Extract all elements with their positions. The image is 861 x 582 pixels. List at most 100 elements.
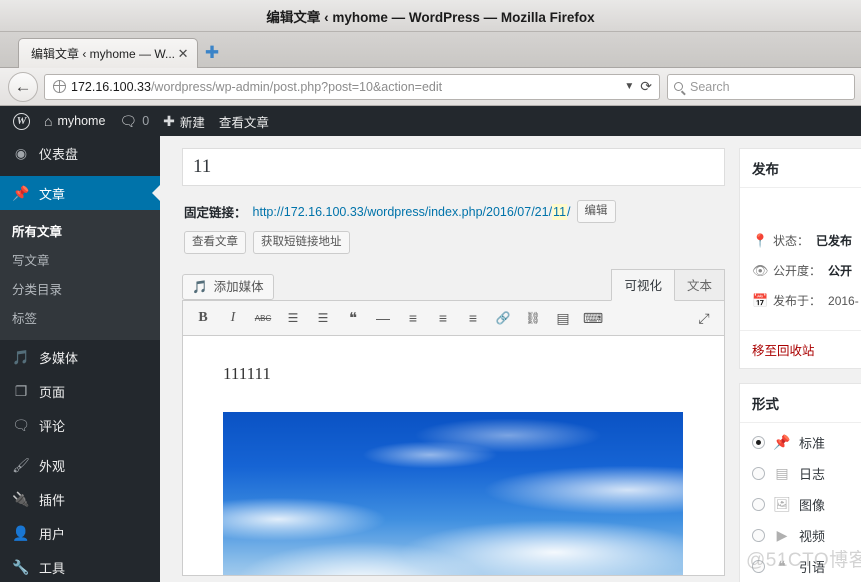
align-left-icon[interactable]: ≡ [399,305,427,331]
align-center-icon[interactable]: ≡ [429,305,457,331]
get-shortlink-button[interactable]: 获取短链接地址 [253,231,350,254]
post-title-input[interactable]: 11 [182,148,725,186]
submenu-item-all-posts[interactable]: 所有文章 [0,216,160,245]
align-right-icon[interactable]: ≡ [459,305,487,331]
comment-bubble-icon: 🗨 [12,417,30,434]
video-icon: ▶ [773,527,791,544]
media-icon: 🎵 [12,349,30,366]
tab-text[interactable]: 文本 [675,269,725,301]
strikethrough-icon[interactable]: ABC [249,305,277,331]
insert-link-icon[interactable]: 🔗 [489,305,517,331]
close-icon[interactable]: ✕ [175,46,191,62]
post-status-value[interactable]: 已发布 [816,232,852,249]
radio-aside[interactable] [752,467,765,480]
adminbar-wp-logo[interactable]: W [6,106,37,136]
adminbar-site-label: myhome [57,114,105,128]
add-media-button[interactable]: 🎵 添加媒体 [182,274,274,300]
fullscreen-icon[interactable]: ⤢ [690,305,718,331]
adminbar-site-name[interactable]: ⌂ myhome [37,106,112,136]
radio-standard[interactable] [752,436,765,449]
admin-body: ◉ 仪表盘 📌 文章 所有文章 写文章 分类目录 标签 🎵 多媒体 ❐ 页面 [0,136,861,582]
permalink-row: 固定链接： http://172.16.100.33/wordpress/ind… [184,200,725,223]
sidebar-item-appearance[interactable]: 🖌 外观 [0,448,160,482]
remove-link-icon[interactable]: ⛓ [519,305,547,331]
search-input[interactable]: Search [690,80,730,94]
sidebar-item-posts[interactable]: 📌 文章 [0,176,160,210]
radio-quote[interactable] [752,560,765,573]
chevron-down-icon[interactable]: ▼ [618,81,640,92]
sidebar-item-label: 工具 [39,558,65,577]
adminbar-view-post[interactable]: 查看文章 [212,106,276,136]
adminbar-new-label: 新建 [180,112,205,131]
sidebar-item-media[interactable]: 🎵 多媒体 [0,340,160,374]
sidebar-item-label: 多媒体 [39,348,78,367]
search-bar[interactable]: Search [667,74,855,100]
search-icon [674,82,683,91]
post-date-label: 发布于： [773,292,821,309]
format-option-quote[interactable]: ❝ 引语 [752,557,861,576]
submenu-item-add-new[interactable]: 写文章 [0,245,160,274]
sidebar-item-dashboard[interactable]: ◉ 仪表盘 [0,136,160,170]
permalink-buttons: 查看文章 获取短链接地址 [184,231,725,254]
sidebar-item-comments[interactable]: 🗨 评论 [0,408,160,442]
read-more-icon[interactable]: ▤ [549,305,577,331]
sidebar-item-label: 外观 [39,456,65,475]
numbered-list-icon[interactable]: ☰ [309,305,337,331]
editor-media-bar: 🎵 添加媒体 可视化 文本 [182,268,725,300]
format-label: 日志 [799,464,825,483]
post-status-label: 状态： [773,232,809,249]
permalink-link[interactable]: http://172.16.100.33/wordpress/index.php… [253,205,571,219]
back-arrow-icon[interactable]: ← [8,72,38,102]
browser-tab-label: 编辑文章 ‹ myhome — W... [31,45,175,62]
post-visibility-value[interactable]: 公开 [828,262,852,279]
dashboard-icon: ◉ [12,145,30,162]
address-bar[interactable]: 172.16.100.33/wordpress/wp-admin/post.ph… [44,74,660,100]
url-path: /wordpress/wp-admin/post.php?post=10&act… [151,80,442,94]
editor-toolbar: B I ABC ☰ ☰ ❝ — ≡ ≡ ≡ 🔗 ⛓ ▤ ⌨ [182,300,725,336]
format-box-title: 形式 [740,384,861,423]
submenu-item-categories[interactable]: 分类目录 [0,274,160,303]
publish-box-inner: 📍 状态： 已发布 👁 公开度： 公开 📅 发布于： 2016- [740,188,861,330]
tab-visual[interactable]: 可视化 [611,269,675,301]
sidebar-item-label: 页面 [39,382,65,401]
keyboard-shortcuts-icon[interactable]: ⌨ [579,305,607,331]
bold-icon[interactable]: B [189,305,217,331]
plug-icon: 🔌 [12,491,30,508]
pin-icon: 📌 [773,434,791,451]
italic-icon[interactable]: I [219,305,247,331]
edit-slug-button[interactable]: 编辑 [577,200,616,223]
browser-tab[interactable]: 编辑文章 ‹ myhome — W... ✕ [18,38,198,68]
format-option-standard[interactable]: 📌 标准 [752,433,861,452]
adminbar-new-content[interactable]: ✚ 新建 [156,106,212,136]
browser-titlebar: 编辑文章 ‹ myhome — WordPress — Mozilla Fire… [0,0,861,32]
new-tab-icon[interactable]: ✚ [198,39,226,67]
move-to-trash-link[interactable]: 移至回收站 [752,344,815,358]
format-option-video[interactable]: ▶ 视频 [752,526,861,545]
sidebar-item-tools[interactable]: 🔧 工具 [0,550,160,582]
plus-icon: ✚ [163,114,175,128]
view-post-button[interactable]: 查看文章 [184,231,246,254]
sidebar-item-pages[interactable]: ❐ 页面 [0,374,160,408]
radio-video[interactable] [752,529,765,542]
editor-image-sky[interactable] [223,412,683,576]
post-date-value[interactable]: 2016- [828,294,859,308]
sidebar-item-users[interactable]: 👤 用户 [0,516,160,550]
wp-admin-bar: W ⌂ myhome 🗨 0 ✚ 新建 查看文章 [0,106,861,136]
editor-content-area[interactable]: 111111 [182,336,725,576]
adminbar-comments[interactable]: 🗨 0 [112,106,156,136]
format-box-inner: 📌 标准 ▤ 日志 🖼 图像 [740,423,861,582]
publish-actions-row [752,198,861,232]
post-visibility-label: 公开度： [773,262,821,279]
format-option-image[interactable]: 🖼 图像 [752,495,861,514]
sidebar-item-plugins[interactable]: 🔌 插件 [0,482,160,516]
format-option-aside[interactable]: ▤ 日志 [752,464,861,483]
submenu-item-tags[interactable]: 标签 [0,303,160,332]
wordpress-logo-icon: W [13,113,30,130]
quote-icon: ❝ [773,558,791,575]
blockquote-icon[interactable]: ❝ [339,305,367,331]
format-label: 标准 [799,433,825,452]
radio-image[interactable] [752,498,765,511]
bullet-list-icon[interactable]: ☰ [279,305,307,331]
horizontal-rule-icon[interactable]: — [369,305,397,331]
reload-icon[interactable]: ⟳ [640,78,655,95]
